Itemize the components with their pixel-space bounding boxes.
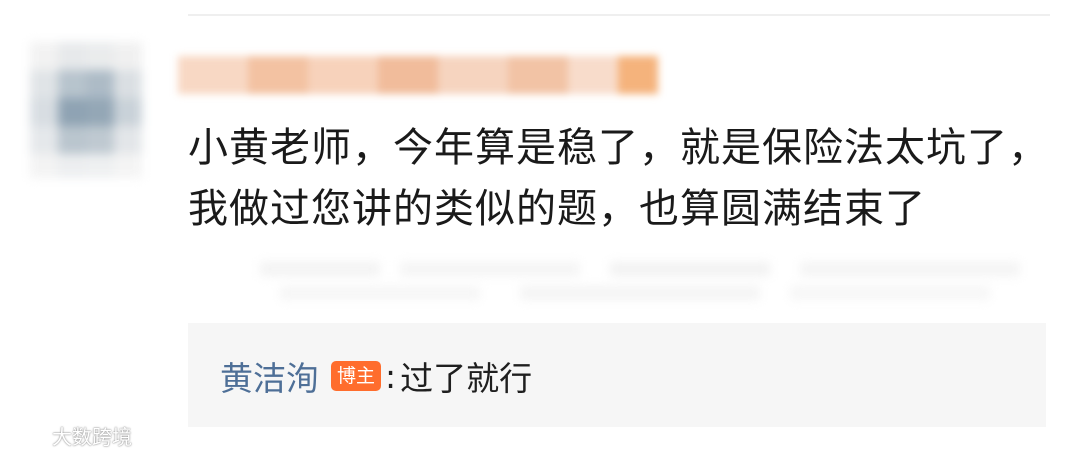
reply-text: 过了就行 <box>400 359 533 398</box>
host-badge: 博主 <box>331 361 382 391</box>
top-divider <box>188 14 1050 16</box>
blurred-meta <box>260 258 1060 310</box>
avatar[interactable] <box>30 42 154 178</box>
watermark: 大数跨境 <box>8 420 132 450</box>
reply-separator: : <box>385 356 397 396</box>
reply-author[interactable]: 黄洁洵 <box>220 352 319 400</box>
comment-text: 小黄老师，今年算是稳了，就是保险法太坑了，我做过您讲的类似的题，也算圆满结束了 <box>188 125 1049 232</box>
brand-logo-icon <box>10 424 49 446</box>
watermark-text: 大数跨境 <box>52 424 132 449</box>
reply-line: 黄洁洵 博主 : 过了就行 <box>220 353 532 399</box>
reply-box[interactable]: 黄洁洵 博主 : 过了就行 <box>188 323 1046 427</box>
username-redacted[interactable] <box>178 56 668 94</box>
